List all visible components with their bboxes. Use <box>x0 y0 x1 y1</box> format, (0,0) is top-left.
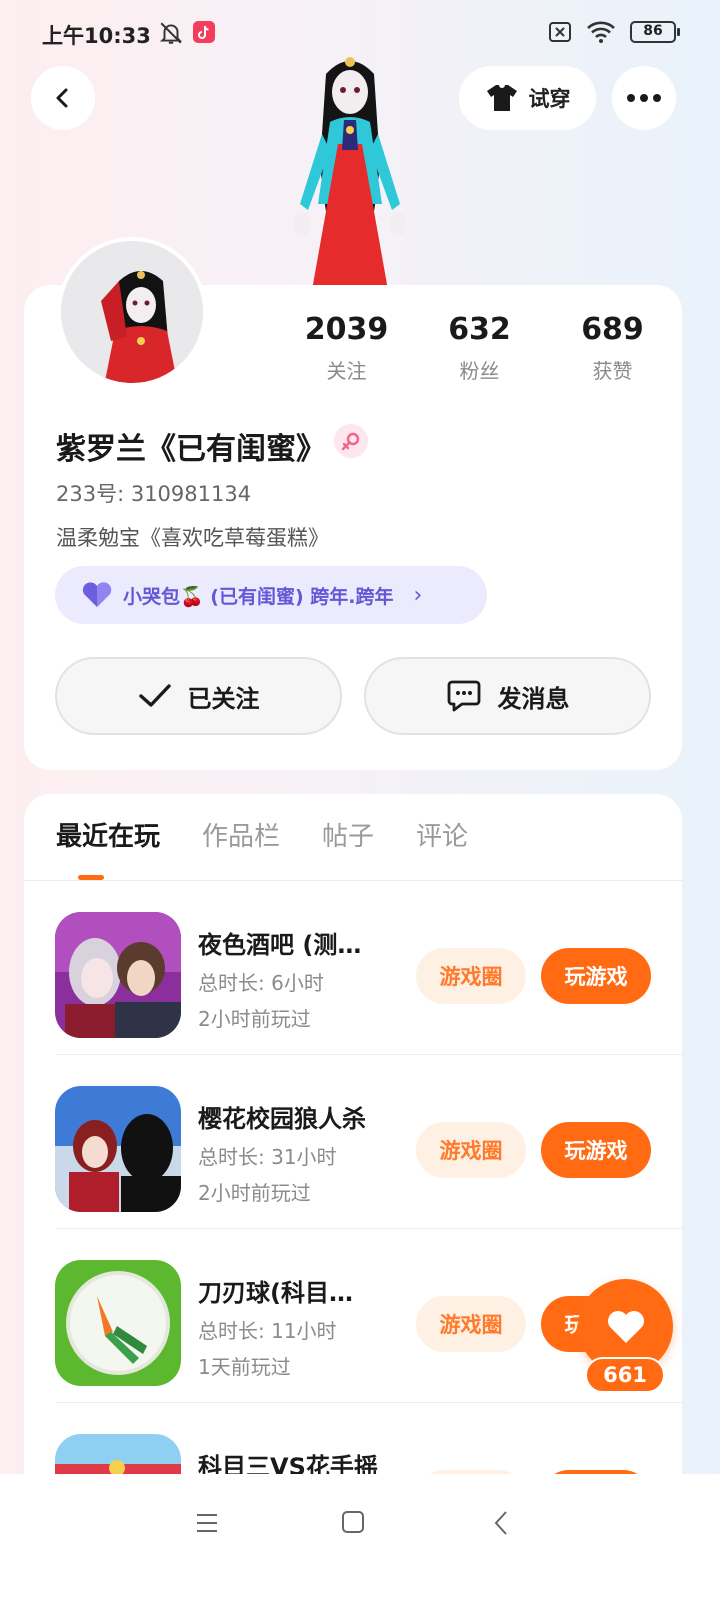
user-id: 233号: 310981134 <box>56 482 252 506</box>
game-duration: 总时长: 11小时 <box>198 1319 337 1343</box>
more-dots-icon <box>627 94 661 102</box>
tiktok-icon <box>193 21 215 43</box>
game-icon <box>55 1260 181 1386</box>
game-name: 夜色酒吧 (测… <box>198 931 362 959</box>
stat-likes-value: 689 <box>581 312 644 347</box>
battery-icon: 86 <box>630 21 680 43</box>
chevron-left-icon <box>56 88 68 108</box>
status-time: 上午10:33 <box>42 24 151 48</box>
game-last-played: 2小时前玩过 <box>198 1181 311 1205</box>
avatar[interactable] <box>57 237 207 387</box>
stat-following-label: 关注 <box>326 359 367 383</box>
stat-fans-value: 632 <box>448 312 511 347</box>
chevron-right-icon: › <box>413 582 423 608</box>
game-row[interactable]: 夜色酒吧 (测… 总时长: 6小时 2小时前玩过 游戏圈 玩游戏 <box>24 881 682 1055</box>
game-row[interactable]: 樱花校园狼人杀 总时长: 31小时 2小时前玩过 游戏圈 玩游戏 <box>24 1055 682 1229</box>
tab-posts[interactable]: 帖子 <box>322 816 374 853</box>
game-last-played: 2小时前玩过 <box>198 1007 311 1031</box>
play-game-button[interactable]: 玩游戏 <box>541 948 651 1004</box>
mute-bell-icon <box>159 22 183 44</box>
stats: 2039 关注 632 粉丝 689 获赞 <box>280 312 680 384</box>
tab-comments[interactable]: 评论 <box>416 816 468 853</box>
stat-likes-label: 获赞 <box>592 359 633 383</box>
stat-likes[interactable]: 689 获赞 <box>546 312 679 384</box>
play-game-button[interactable]: 玩游戏 <box>541 1122 651 1178</box>
game-circle-button[interactable]: 游戏圈 <box>416 948 526 1004</box>
relation-pill[interactable]: 小哭包🍒 (已有闺蜜) 跨年.跨年 › <box>55 566 487 624</box>
game-last-played: 1天前玩过 <box>198 1355 291 1379</box>
female-gender-icon <box>334 424 368 458</box>
game-circle-button[interactable]: 游戏圈 <box>416 1296 526 1352</box>
relation-text: 小哭包🍒 (已有闺蜜) 跨年.跨年 <box>123 585 394 608</box>
chat-bubble-icon <box>447 680 480 712</box>
sim-off-icon <box>549 22 571 42</box>
message-button[interactable]: 发消息 <box>364 657 651 735</box>
try-on-button[interactable]: 试穿 <box>459 66 596 130</box>
game-icon <box>55 912 181 1038</box>
follow-button[interactable]: 已关注 <box>55 657 342 735</box>
check-icon <box>138 684 171 707</box>
heart-icon <box>82 582 112 607</box>
like-count: 661 <box>585 1357 665 1393</box>
heart-icon <box>607 1310 644 1343</box>
stat-fans-label: 粉丝 <box>459 359 500 383</box>
tab-bar: 最近在玩 作品栏 帖子 评论 <box>56 816 468 853</box>
game-name: 刀刃球(科目… <box>198 1279 353 1307</box>
tab-indicator <box>78 875 104 880</box>
nickname: 紫罗兰《已有闺蜜》 <box>56 432 326 467</box>
back-arrow-icon[interactable] <box>490 1510 514 1536</box>
back-button[interactable] <box>31 66 95 130</box>
menu-icon[interactable] <box>195 1511 219 1535</box>
system-nav-bar <box>0 1474 720 1600</box>
more-button[interactable] <box>612 66 676 130</box>
tab-works[interactable]: 作品栏 <box>202 816 280 853</box>
game-name: 樱花校园狼人杀 <box>198 1105 366 1133</box>
game-duration: 总时长: 6小时 <box>198 971 324 995</box>
bio: 温柔勉宝《喜欢吃草莓蛋糕》 <box>56 526 329 550</box>
game-duration: 总时长: 31小时 <box>198 1145 337 1169</box>
tshirt-icon <box>486 85 517 111</box>
try-on-label: 试穿 <box>528 87 571 111</box>
stat-fans[interactable]: 632 粉丝 <box>413 312 546 384</box>
stat-following-value: 2039 <box>304 312 389 347</box>
character-figure <box>294 57 406 290</box>
home-square-icon[interactable] <box>341 1510 365 1534</box>
follow-label: 已关注 <box>187 684 260 713</box>
wifi-icon <box>587 21 615 43</box>
game-circle-button[interactable]: 游戏圈 <box>416 1122 526 1178</box>
tab-recent[interactable]: 最近在玩 <box>56 816 160 853</box>
stat-following[interactable]: 2039 关注 <box>280 312 413 384</box>
game-icon <box>55 1086 181 1212</box>
message-label: 发消息 <box>497 684 570 713</box>
